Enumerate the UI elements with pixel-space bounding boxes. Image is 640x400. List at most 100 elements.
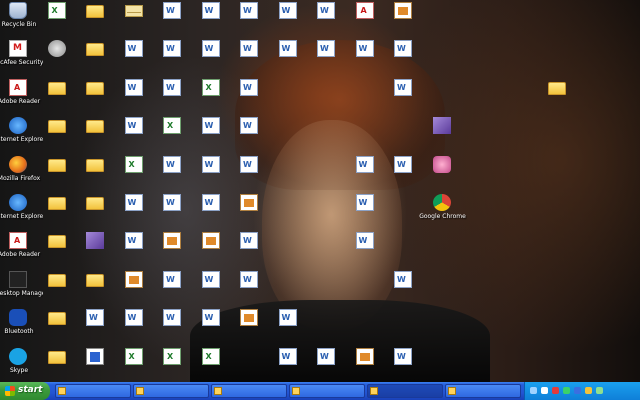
network-icon[interactable]: [530, 387, 537, 394]
taskbar: start: [0, 382, 640, 400]
taskbar-button[interactable]: [211, 384, 287, 398]
desktop-icon[interactable]: [342, 231, 390, 271]
taskbar-button[interactable]: [445, 384, 521, 398]
document-icon: [317, 40, 335, 58]
program-icon: [86, 232, 104, 250]
taskbar-button[interactable]: [133, 384, 209, 398]
document-icon: [163, 2, 181, 19]
document-icon: [394, 40, 412, 58]
document-icon: [240, 232, 258, 250]
taskbar-button[interactable]: [55, 384, 131, 398]
desktop-icon[interactable]: [380, 78, 428, 118]
desktop-icon[interactable]: [226, 78, 274, 118]
program-icon: [432, 117, 451, 135]
adobe-reader-icon: [9, 78, 27, 96]
desktop-icon[interactable]: [380, 347, 428, 382]
mcafee-icon: [9, 40, 27, 58]
start-button[interactable]: start: [0, 382, 50, 400]
document-icon: [124, 40, 143, 58]
document-icon: [355, 232, 374, 250]
taskbar-button[interactable]: [289, 384, 365, 398]
document-icon: [317, 347, 335, 365]
document-icon: [240, 40, 258, 58]
desktop-icon[interactable]: [342, 193, 390, 233]
system-tray: [524, 382, 640, 400]
folder-icon: [47, 273, 66, 287]
folder-icon: [86, 273, 104, 287]
image-icon: [240, 309, 258, 327]
desktop-icon[interactable]: [419, 155, 467, 195]
document-icon: [163, 155, 181, 173]
document-icon: [124, 309, 143, 327]
skype-icon: [9, 347, 27, 365]
desktop-icon[interactable]: Google Chrome: [419, 193, 467, 233]
document-icon: [355, 194, 374, 211]
document-icon: [240, 117, 258, 135]
folder-icon: [86, 197, 104, 210]
document-icon: [163, 309, 181, 327]
desktop-icon[interactable]: [226, 270, 274, 310]
document-icon: [201, 194, 220, 211]
desktop-icon[interactable]: [380, 1, 428, 41]
folder-icon: [548, 81, 566, 95]
document-icon: [278, 347, 297, 365]
document-icon: [201, 270, 220, 288]
document-icon: [163, 270, 181, 288]
desktop-icon[interactable]: [226, 193, 274, 233]
chrome-icon: [432, 194, 451, 211]
battery-icon[interactable]: [596, 387, 603, 394]
taskbar-button[interactable]: [367, 384, 443, 398]
window-icon: [292, 387, 300, 395]
document-icon: [240, 155, 258, 173]
desktop-icon[interactable]: [226, 155, 274, 195]
image-icon: [124, 270, 143, 288]
desktop-icon[interactable]: [380, 39, 428, 79]
pdf-icon: [355, 2, 374, 19]
desktop-icon[interactable]: [226, 231, 274, 271]
image-icon: [394, 2, 412, 19]
antivirus-icon[interactable]: [552, 387, 559, 394]
bluetooth-icon: [9, 309, 27, 327]
program-icon: [86, 309, 104, 327]
bluetooth-tray-icon[interactable]: [574, 387, 581, 394]
desktop-icon[interactable]: [226, 116, 274, 156]
folder-icon: [86, 120, 104, 134]
desktop: Recycle BinMcAfee SecurityAdobe ReaderIn…: [0, 0, 640, 382]
desktop-icon[interactable]: [380, 270, 428, 310]
document-icon: [201, 155, 220, 173]
document-icon: [355, 40, 374, 58]
program-icon: [47, 2, 66, 19]
volume-icon[interactable]: [541, 387, 548, 394]
spreadsheet-icon: [201, 347, 220, 365]
image-icon: [240, 194, 258, 211]
recycle-icon: [9, 2, 27, 19]
document-icon: [201, 309, 220, 327]
document-icon: [278, 309, 297, 327]
document-icon: [240, 78, 258, 96]
document-icon: [201, 40, 220, 58]
window-icon: [136, 387, 144, 395]
spreadsheet-icon: [201, 78, 220, 96]
document-icon: [394, 78, 412, 96]
program-icon: [86, 347, 104, 365]
desktop-icon[interactable]: [188, 347, 236, 382]
document-icon: [394, 270, 412, 288]
folder-icon: [86, 5, 104, 18]
folder-icon: [86, 43, 104, 57]
mail-icon: [124, 5, 143, 17]
desktop-icon[interactable]: [265, 308, 313, 348]
update-icon[interactable]: [585, 387, 592, 394]
document-icon: [278, 40, 297, 58]
desktop-icon[interactable]: [534, 78, 582, 118]
start-label: start: [18, 385, 43, 395]
document-icon: [240, 270, 258, 288]
document-icon: [394, 155, 412, 173]
window-icon: [448, 387, 456, 395]
messenger-icon[interactable]: [563, 387, 570, 394]
window-icon: [370, 387, 378, 395]
window-icon: [58, 387, 66, 395]
css-logo-icon: [47, 40, 66, 58]
desktop-icon[interactable]: [419, 116, 467, 156]
windows-flag-icon: [5, 386, 15, 396]
folder-icon: [47, 350, 66, 364]
